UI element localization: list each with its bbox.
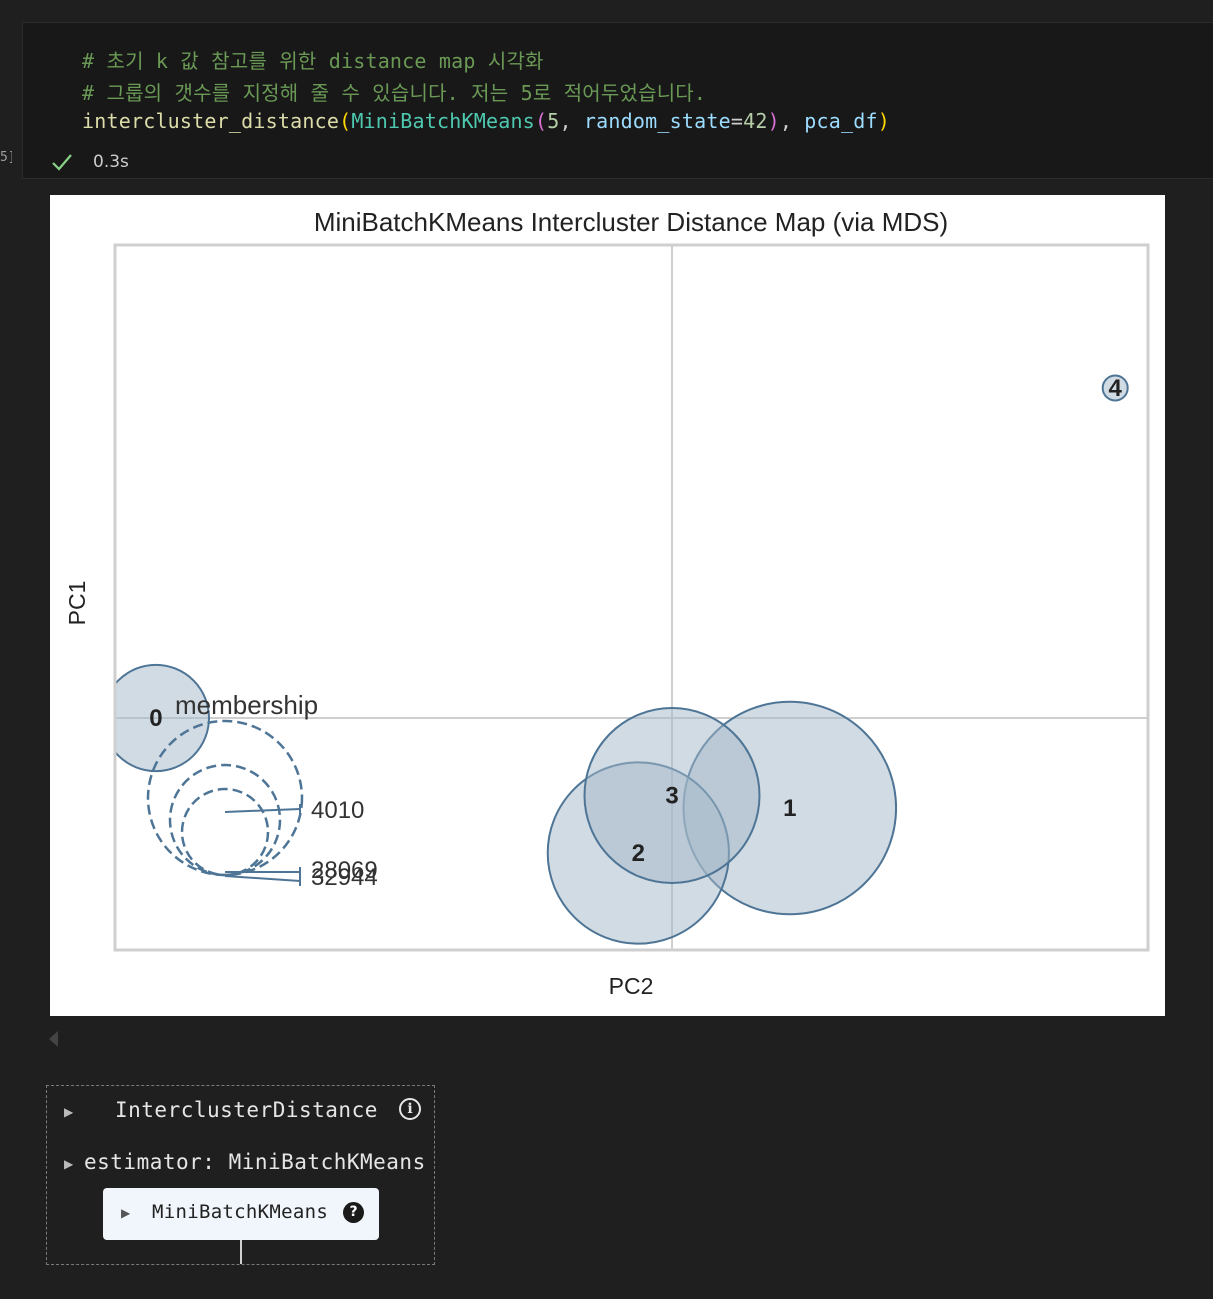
estimator-param-label[interactable]: estimator: MiniBatchKMeans bbox=[84, 1150, 426, 1174]
info-icon[interactable]: i bbox=[399, 1098, 421, 1120]
membership-size-circle bbox=[168, 763, 282, 877]
code-token: , bbox=[559, 109, 584, 133]
legend-entry: 32944 bbox=[311, 864, 378, 891]
output-collapse-arrow-icon[interactable] bbox=[49, 1031, 58, 1047]
code-cell[interactable]: # 초기 k 값 참고를 위한 distance map 시각화 # 그룹의 갯수… bbox=[22, 22, 1213, 179]
code-token: ( bbox=[534, 109, 548, 133]
code-token: = bbox=[730, 109, 744, 133]
chart-canvas: MiniBatchKMeans Intercluster Distance Ma… bbox=[64, 207, 1150, 999]
code-token: MiniBatchKMeans bbox=[351, 109, 535, 133]
code-token: # 초기 k 값 참고를 위한 distance map 시각화 bbox=[82, 49, 544, 73]
estimator-name: MiniBatchKMeans bbox=[152, 1201, 329, 1223]
chart-title: MiniBatchKMeans Intercluster Distance Ma… bbox=[314, 207, 948, 237]
code-token: pca_df bbox=[804, 109, 878, 133]
cluster-label-1: 1 bbox=[783, 795, 796, 822]
code-line: # 그룹의 갯수를 지정해 줄 수 있습니다. 저는 5로 적어두었습니다. bbox=[82, 77, 706, 106]
estimator-widget: ▶ InterclusterDistance i ▶ estimator: Mi… bbox=[46, 1085, 435, 1265]
code-token: random_state bbox=[583, 109, 731, 133]
code-token: # 그룹의 갯수를 지정해 줄 수 있습니다. 저는 5로 적어두었습니다. bbox=[82, 81, 707, 105]
code-token: 42 bbox=[743, 109, 768, 133]
widget-title[interactable]: InterclusterDistance bbox=[115, 1098, 378, 1122]
help-icon[interactable]: ? bbox=[343, 1202, 364, 1223]
legend-title: membership bbox=[175, 690, 318, 720]
y-axis-label: PC1 bbox=[64, 581, 90, 626]
estimator-box[interactable]: ▶ MiniBatchKMeans ? bbox=[103, 1188, 379, 1240]
code-token: , bbox=[779, 109, 805, 133]
intercluster-distance-plot: MiniBatchKMeans Intercluster Distance Ma… bbox=[50, 195, 1165, 1016]
tree-connector bbox=[240, 1240, 242, 1264]
code-token: intercluster_distance bbox=[82, 109, 340, 133]
expand-triangle-icon[interactable]: ▶ bbox=[121, 1206, 130, 1220]
code-line: # 초기 k 값 참고를 위한 distance map 시각화 bbox=[82, 45, 544, 74]
code-token: ( bbox=[339, 109, 352, 133]
membership-size-circle bbox=[180, 787, 270, 877]
success-check-icon bbox=[52, 154, 72, 171]
cluster-label-4: 4 bbox=[1109, 375, 1123, 402]
code-token: 5 bbox=[547, 109, 560, 133]
cell-status: 0.3s bbox=[51, 149, 129, 175]
cluster-label-0: 0 bbox=[149, 705, 162, 732]
legend-leader-line bbox=[224, 875, 301, 882]
cluster-label-2: 2 bbox=[632, 840, 645, 867]
expand-triangle-icon[interactable]: ▶ bbox=[64, 1157, 73, 1171]
membership-size-circle bbox=[146, 719, 304, 877]
execution-count: 5] bbox=[0, 150, 12, 165]
code-line: intercluster_distance(MiniBatchKMeans(5,… bbox=[82, 109, 890, 133]
code-token: ) bbox=[767, 109, 780, 133]
expand-triangle-icon[interactable]: ▶ bbox=[64, 1105, 73, 1119]
legend-entry: 4010 bbox=[311, 797, 364, 824]
x-axis-label: PC2 bbox=[609, 973, 654, 999]
cluster-label-3: 3 bbox=[665, 783, 678, 810]
execution-duration: 0.3s bbox=[93, 152, 129, 172]
code-token: ) bbox=[877, 109, 890, 133]
